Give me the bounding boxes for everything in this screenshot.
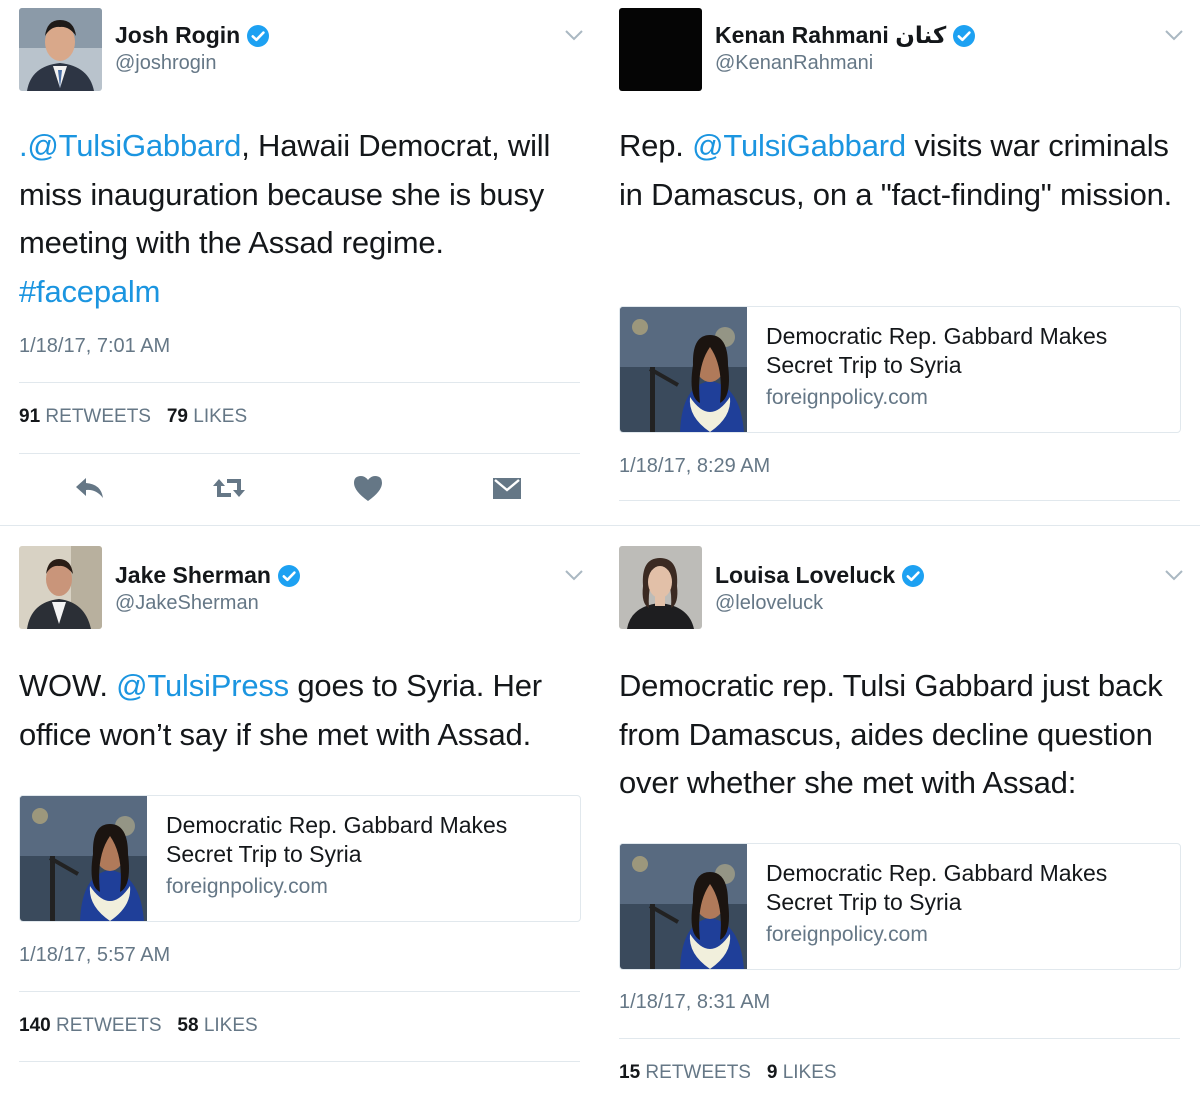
divider bbox=[619, 500, 1180, 501]
verified-badge-icon bbox=[953, 24, 976, 47]
like-count[interactable]: 9 bbox=[767, 1062, 778, 1080]
card-thumbnail bbox=[620, 844, 747, 969]
chevron-down-icon[interactable] bbox=[1164, 568, 1184, 582]
action-bar bbox=[0, 470, 600, 510]
engagement-stats: 140 RETWEETS 58 LIKES bbox=[19, 1015, 258, 1037]
display-name[interactable]: Louisa Loveluck bbox=[715, 562, 895, 589]
link-preview-card[interactable]: Democratic Rep. Gabbard Makes Secret Tri… bbox=[19, 795, 581, 922]
chevron-down-icon[interactable] bbox=[1164, 28, 1184, 42]
avatar[interactable] bbox=[19, 8, 102, 91]
timestamp[interactable]: 1/18/17, 8:29 AM bbox=[619, 455, 770, 478]
tweet-text: Rep. @TulsiGabbard visits war criminals … bbox=[619, 122, 1191, 219]
chevron-down-icon[interactable] bbox=[564, 28, 584, 42]
verified-badge-icon bbox=[247, 24, 270, 47]
tweet-text: .@TulsiGabbard, Hawaii Democrat, will mi… bbox=[19, 122, 591, 316]
divider bbox=[619, 1038, 1180, 1039]
divider bbox=[19, 453, 580, 454]
user-handle[interactable]: @KenanRahmani bbox=[715, 52, 873, 75]
retweet-icon[interactable] bbox=[211, 1078, 247, 1080]
card-domain: foreignpolicy.com bbox=[766, 386, 928, 409]
card-title: Democratic Rep. Gabbard Makes Secret Tri… bbox=[766, 323, 1108, 378]
link-preview-card[interactable]: Democratic Rep. Gabbard Makes Secret Tri… bbox=[619, 306, 1181, 433]
likes-label[interactable]: LIKES bbox=[783, 1062, 837, 1080]
link-preview-card[interactable]: Democratic Rep. Gabbard Makes Secret Tri… bbox=[619, 843, 1181, 970]
like-icon[interactable] bbox=[350, 470, 386, 506]
mention-link[interactable]: .@TulsiGabbard bbox=[19, 128, 241, 163]
reply-icon[interactable] bbox=[72, 1078, 108, 1080]
card-thumbnail bbox=[20, 796, 147, 921]
like-count[interactable]: 58 bbox=[177, 1015, 198, 1036]
like-count[interactable]: 79 bbox=[167, 406, 188, 427]
likes-label[interactable]: LIKES bbox=[193, 406, 247, 427]
avatar[interactable] bbox=[19, 546, 102, 629]
verified-badge-icon bbox=[902, 564, 925, 587]
retweets-label[interactable]: RETWEETS bbox=[45, 406, 151, 427]
mention-link[interactable]: @TulsiPress bbox=[116, 668, 289, 703]
engagement-stats: 91 RETWEETS 79 LIKES bbox=[19, 406, 247, 428]
card-title: Democratic Rep. Gabbard Makes Secret Tri… bbox=[766, 860, 1108, 915]
hashtag-link[interactable]: #facepalm bbox=[19, 274, 160, 309]
tweet-card: Josh Rogin @joshrogin .@TulsiGabbard, Ha… bbox=[0, 0, 600, 540]
retweet-count[interactable]: 91 bbox=[19, 406, 40, 427]
tweet-text-segment: WOW. bbox=[19, 668, 117, 703]
tweet-card: Jake Sherman @JakeSherman WOW. @TulsiPre… bbox=[0, 540, 600, 1080]
action-bar bbox=[0, 1078, 600, 1080]
user-handle[interactable]: @JakeSherman bbox=[115, 592, 259, 615]
card-domain: foreignpolicy.com bbox=[766, 923, 928, 946]
verified-badge-icon bbox=[277, 564, 300, 587]
card-title: Democratic Rep. Gabbard Makes Secret Tri… bbox=[166, 812, 508, 867]
card-thumbnail bbox=[620, 307, 747, 432]
tweet-text: Democratic rep. Tulsi Gabbard just back … bbox=[619, 662, 1191, 808]
user-handle[interactable]: @leloveluck bbox=[715, 592, 823, 615]
retweet-icon[interactable] bbox=[211, 470, 247, 506]
timestamp[interactable]: 1/18/17, 8:31 AM bbox=[619, 991, 770, 1014]
timestamp[interactable]: 1/18/17, 7:01 AM bbox=[19, 335, 170, 358]
display-name[interactable]: Josh Rogin bbox=[115, 22, 240, 49]
like-icon[interactable] bbox=[350, 1078, 386, 1080]
divider bbox=[19, 991, 580, 992]
likes-label[interactable]: LIKES bbox=[204, 1015, 258, 1036]
reply-icon[interactable] bbox=[72, 470, 108, 506]
divider bbox=[19, 1061, 580, 1062]
tweet-text: WOW. @TulsiPress goes to Syria. Her offi… bbox=[19, 662, 591, 759]
mention-link[interactable]: @TulsiGabbard bbox=[692, 128, 906, 163]
direct-message-icon[interactable] bbox=[489, 1078, 525, 1080]
tweet-text-segment: Democratic rep. Tulsi Gabbard just back … bbox=[619, 668, 1163, 800]
retweets-label[interactable]: RETWEETS bbox=[56, 1015, 162, 1036]
card-domain: foreignpolicy.com bbox=[166, 875, 328, 898]
display-name[interactable]: Kenan Rahmani كنان bbox=[715, 22, 946, 49]
timestamp[interactable]: 1/18/17, 5:57 AM bbox=[19, 944, 170, 967]
retweet-count[interactable]: 140 bbox=[19, 1015, 51, 1036]
divider bbox=[19, 382, 580, 383]
engagement-stats: 15 RETWEETS 9 LIKES bbox=[619, 1062, 837, 1080]
quadrant-divider bbox=[0, 525, 1200, 526]
retweets-label[interactable]: RETWEETS bbox=[645, 1062, 751, 1080]
direct-message-icon[interactable] bbox=[489, 470, 525, 506]
tweet-card: Louisa Loveluck @leloveluck Democratic r… bbox=[600, 540, 1200, 1080]
retweet-count[interactable]: 15 bbox=[619, 1062, 640, 1080]
chevron-down-icon[interactable] bbox=[564, 568, 584, 582]
tweet-text-segment: Rep. bbox=[619, 128, 693, 163]
user-handle[interactable]: @joshrogin bbox=[115, 52, 216, 75]
avatar[interactable] bbox=[619, 8, 702, 91]
display-name[interactable]: Jake Sherman bbox=[115, 562, 271, 589]
tweet-card: Kenan Rahmani كنان @KenanRahmani Rep. @T… bbox=[600, 0, 1200, 540]
avatar[interactable] bbox=[619, 546, 702, 629]
